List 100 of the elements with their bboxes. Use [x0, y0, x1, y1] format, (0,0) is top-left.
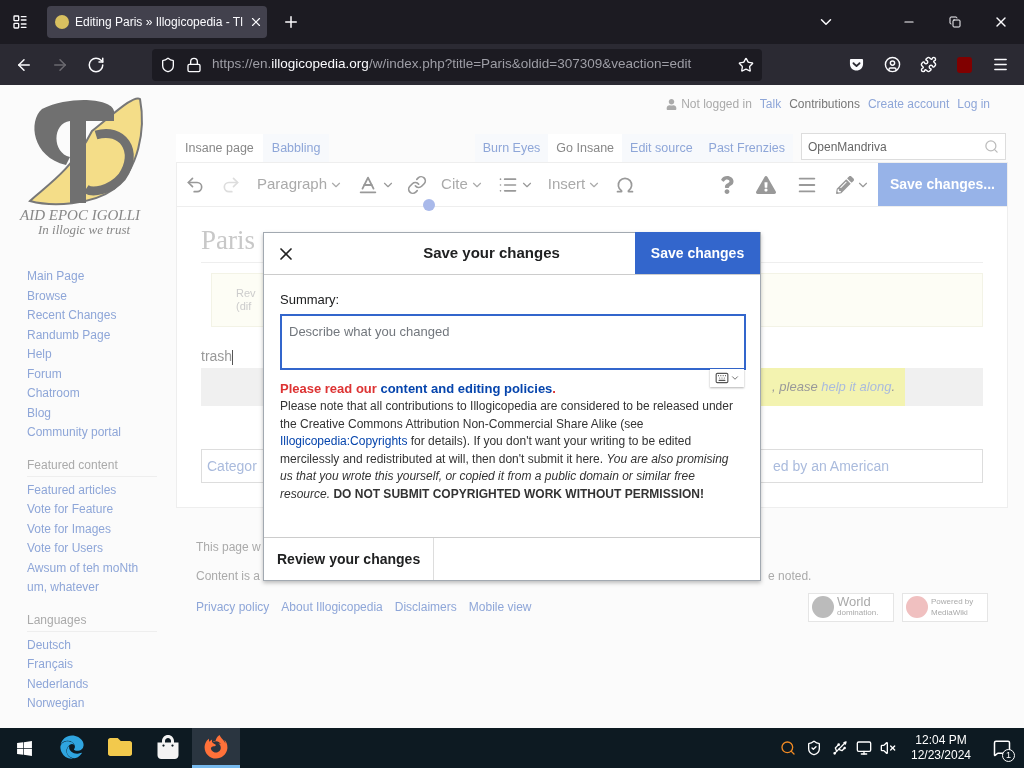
personal-link[interactable]: Contributions	[789, 95, 860, 113]
usb-icon[interactable]	[832, 740, 848, 756]
keyboard-icon	[714, 370, 729, 385]
save-changes-button[interactable]: Save changes	[635, 232, 760, 274]
plus-icon	[282, 13, 300, 31]
personal-link[interactable]: Talk	[759, 95, 782, 113]
shield-icon	[160, 56, 176, 73]
edge-icon	[60, 734, 84, 759]
view-tab[interactable]: Past Frenzies	[700, 134, 793, 162]
copyrights-link[interactable]: Illogicopedia:Copyrights	[280, 434, 408, 448]
clock-date: 12/23/2024	[910, 748, 972, 763]
sidebar-heading: Featured content	[27, 456, 157, 477]
firefox-icon	[204, 734, 228, 759]
windows-logo-icon	[15, 739, 33, 757]
namespace-tab[interactable]: Insane page	[176, 134, 263, 162]
volume-muted-icon[interactable]	[880, 740, 896, 756]
badge-text: Powered by	[931, 596, 974, 607]
sidebar-link[interactable]: Forum	[27, 364, 157, 384]
browser-tab[interactable]: Editing Paris » Illogicopedia - Tl	[47, 6, 267, 38]
search-value: OpenMandriva	[808, 138, 888, 156]
pocket-icon	[848, 57, 864, 72]
toolbar-dropdown[interactable]: Paragraph	[249, 165, 352, 204]
badge-text: MediaWiki	[931, 607, 969, 618]
login-status: Not logged in	[666, 95, 752, 113]
search-icon[interactable]	[780, 740, 796, 756]
warning-icon	[755, 174, 776, 195]
summary-field[interactable]: Describe what you changed	[280, 313, 746, 370]
sidebar-link[interactable]: Randumb Page	[27, 325, 157, 345]
network-icon[interactable]	[856, 740, 872, 756]
reload-icon	[87, 55, 105, 74]
categories-text: ed by an American	[773, 456, 889, 476]
clock-time: 12:04 PM	[915, 733, 967, 748]
sidebar-link[interactable]: Browse	[27, 286, 157, 306]
badge-text: domination.	[837, 607, 879, 618]
sidebar-link[interactable]: Norwegian	[27, 694, 157, 714]
bookmark-star-icon[interactable]	[738, 56, 754, 73]
categories-text: Categor	[207, 456, 257, 476]
sidebar-link[interactable]: Vote for Users	[27, 539, 157, 559]
logo-title: AID EPOC IGOLLI	[20, 207, 142, 223]
store-icon	[156, 734, 180, 759]
sidebar-link[interactable]: Vote for Images	[27, 519, 157, 539]
tab-title: Editing Paris » Illogicopedia - Tl	[75, 14, 243, 31]
undo-icon	[185, 174, 205, 195]
summary-label: Summary:	[280, 291, 341, 309]
sidebar-link[interactable]: Chatroom	[27, 384, 157, 404]
sidebar-link[interactable]: Recent Changes	[27, 306, 157, 326]
footer-text: Content is a	[196, 567, 261, 585]
message-icon	[993, 739, 1011, 757]
sidebar-link[interactable]: Deutsch	[27, 635, 157, 655]
sidebar-link[interactable]: Français	[27, 655, 157, 675]
footer-link[interactable]: Privacy policy	[196, 598, 270, 616]
user-icon	[666, 98, 678, 110]
namespace-tab[interactable]: Babbling	[262, 134, 330, 162]
sidebar-link[interactable]: Help	[27, 345, 157, 365]
personal-link[interactable]: Create account	[867, 95, 950, 113]
cleanup-text: , please help it along.	[772, 378, 895, 397]
pencil-icon	[835, 175, 854, 194]
account-icon	[883, 56, 901, 73]
sidebar-link[interactable]: Featured articles	[27, 480, 157, 500]
badge-icon	[906, 596, 928, 618]
footer-text: This page w	[196, 538, 261, 556]
dialog-title: Save your changes	[422, 243, 561, 264]
view-tab[interactable]: Edit source	[622, 134, 701, 162]
address-bar[interactable]: https://en.illogicopedia.org/w/index.php?title=Paris&oldid=307309&veaction=edit	[152, 48, 762, 81]
policy-text: Please read our content and editing policies.	[280, 379, 557, 398]
view-tab[interactable]: Burn Eyes	[474, 134, 549, 162]
restore-icon	[949, 16, 961, 28]
footer-link[interactable]: About Illogicopedia	[281, 598, 383, 616]
puzzle-icon	[919, 56, 937, 73]
link-icon	[407, 174, 428, 195]
world-badge[interactable]: World domination.	[808, 592, 894, 622]
footer-text: e noted.	[768, 567, 812, 585]
sidebar-heading: Languages	[27, 611, 157, 632]
taskbar-app[interactable]	[192, 728, 240, 768]
license-text: Please note that all contributions to Illogicopedia are considered to be released under the Creative Commons Attribution Non-Commercial Share Alike (see Illogicopedia:Copyrights for details). If you don't want your writing to be edited mercilessly and redistributed at will, then don't submit it here. You are also promising us that you wrote this yourself, or copied it from a public domain or similar free resource. DO NOT SUBMIT COPYRIGHTED WORK WITHOUT PERMISSION!	[280, 398, 734, 503]
shield-check-icon[interactable]	[806, 740, 822, 756]
toolbar-dropdown[interactable]: Insert	[539, 165, 610, 204]
sidebar-link[interactable]: Nederlands	[27, 674, 157, 694]
sidebar-link[interactable]: Main Page	[27, 267, 157, 287]
sidebar-link[interactable]: Vote for Feature	[27, 500, 157, 520]
footer-link[interactable]: Disclaimers	[394, 598, 457, 616]
view-tab[interactable]: Go Insane	[548, 134, 623, 162]
sidebar-link[interactable]: Blog	[27, 403, 157, 423]
redo-icon	[221, 174, 241, 195]
sidebar-link[interactable]: Awsum of teh moNth um, whatever	[27, 558, 157, 598]
footer-link[interactable]: Mobile view	[468, 598, 532, 616]
mediawiki-badge[interactable]: Powered by MediaWiki	[902, 592, 988, 622]
sidebar-link[interactable]: Community portal	[27, 423, 157, 443]
review-changes-button[interactable]: Review your changes	[264, 538, 435, 580]
badge-icon	[812, 596, 834, 618]
personal-link[interactable]: Log in	[957, 95, 990, 113]
save-changes-button[interactable]: Save changes...	[877, 163, 1007, 206]
lock-icon	[186, 56, 202, 73]
logo-motto: In illogic we trust	[37, 223, 132, 237]
favicon-icon	[55, 15, 69, 29]
toolbar-dropdown[interactable]: Cite	[433, 165, 492, 204]
notification-count: 1	[1002, 749, 1015, 762]
search-field[interactable]: OpenMandriva	[801, 133, 1006, 160]
url-text: https://en.illogicopedia.org/w/index.php?title=Paris&oldid=307309&veaction=edit	[212, 55, 693, 74]
notifications-button[interactable]: 1	[980, 728, 1024, 768]
